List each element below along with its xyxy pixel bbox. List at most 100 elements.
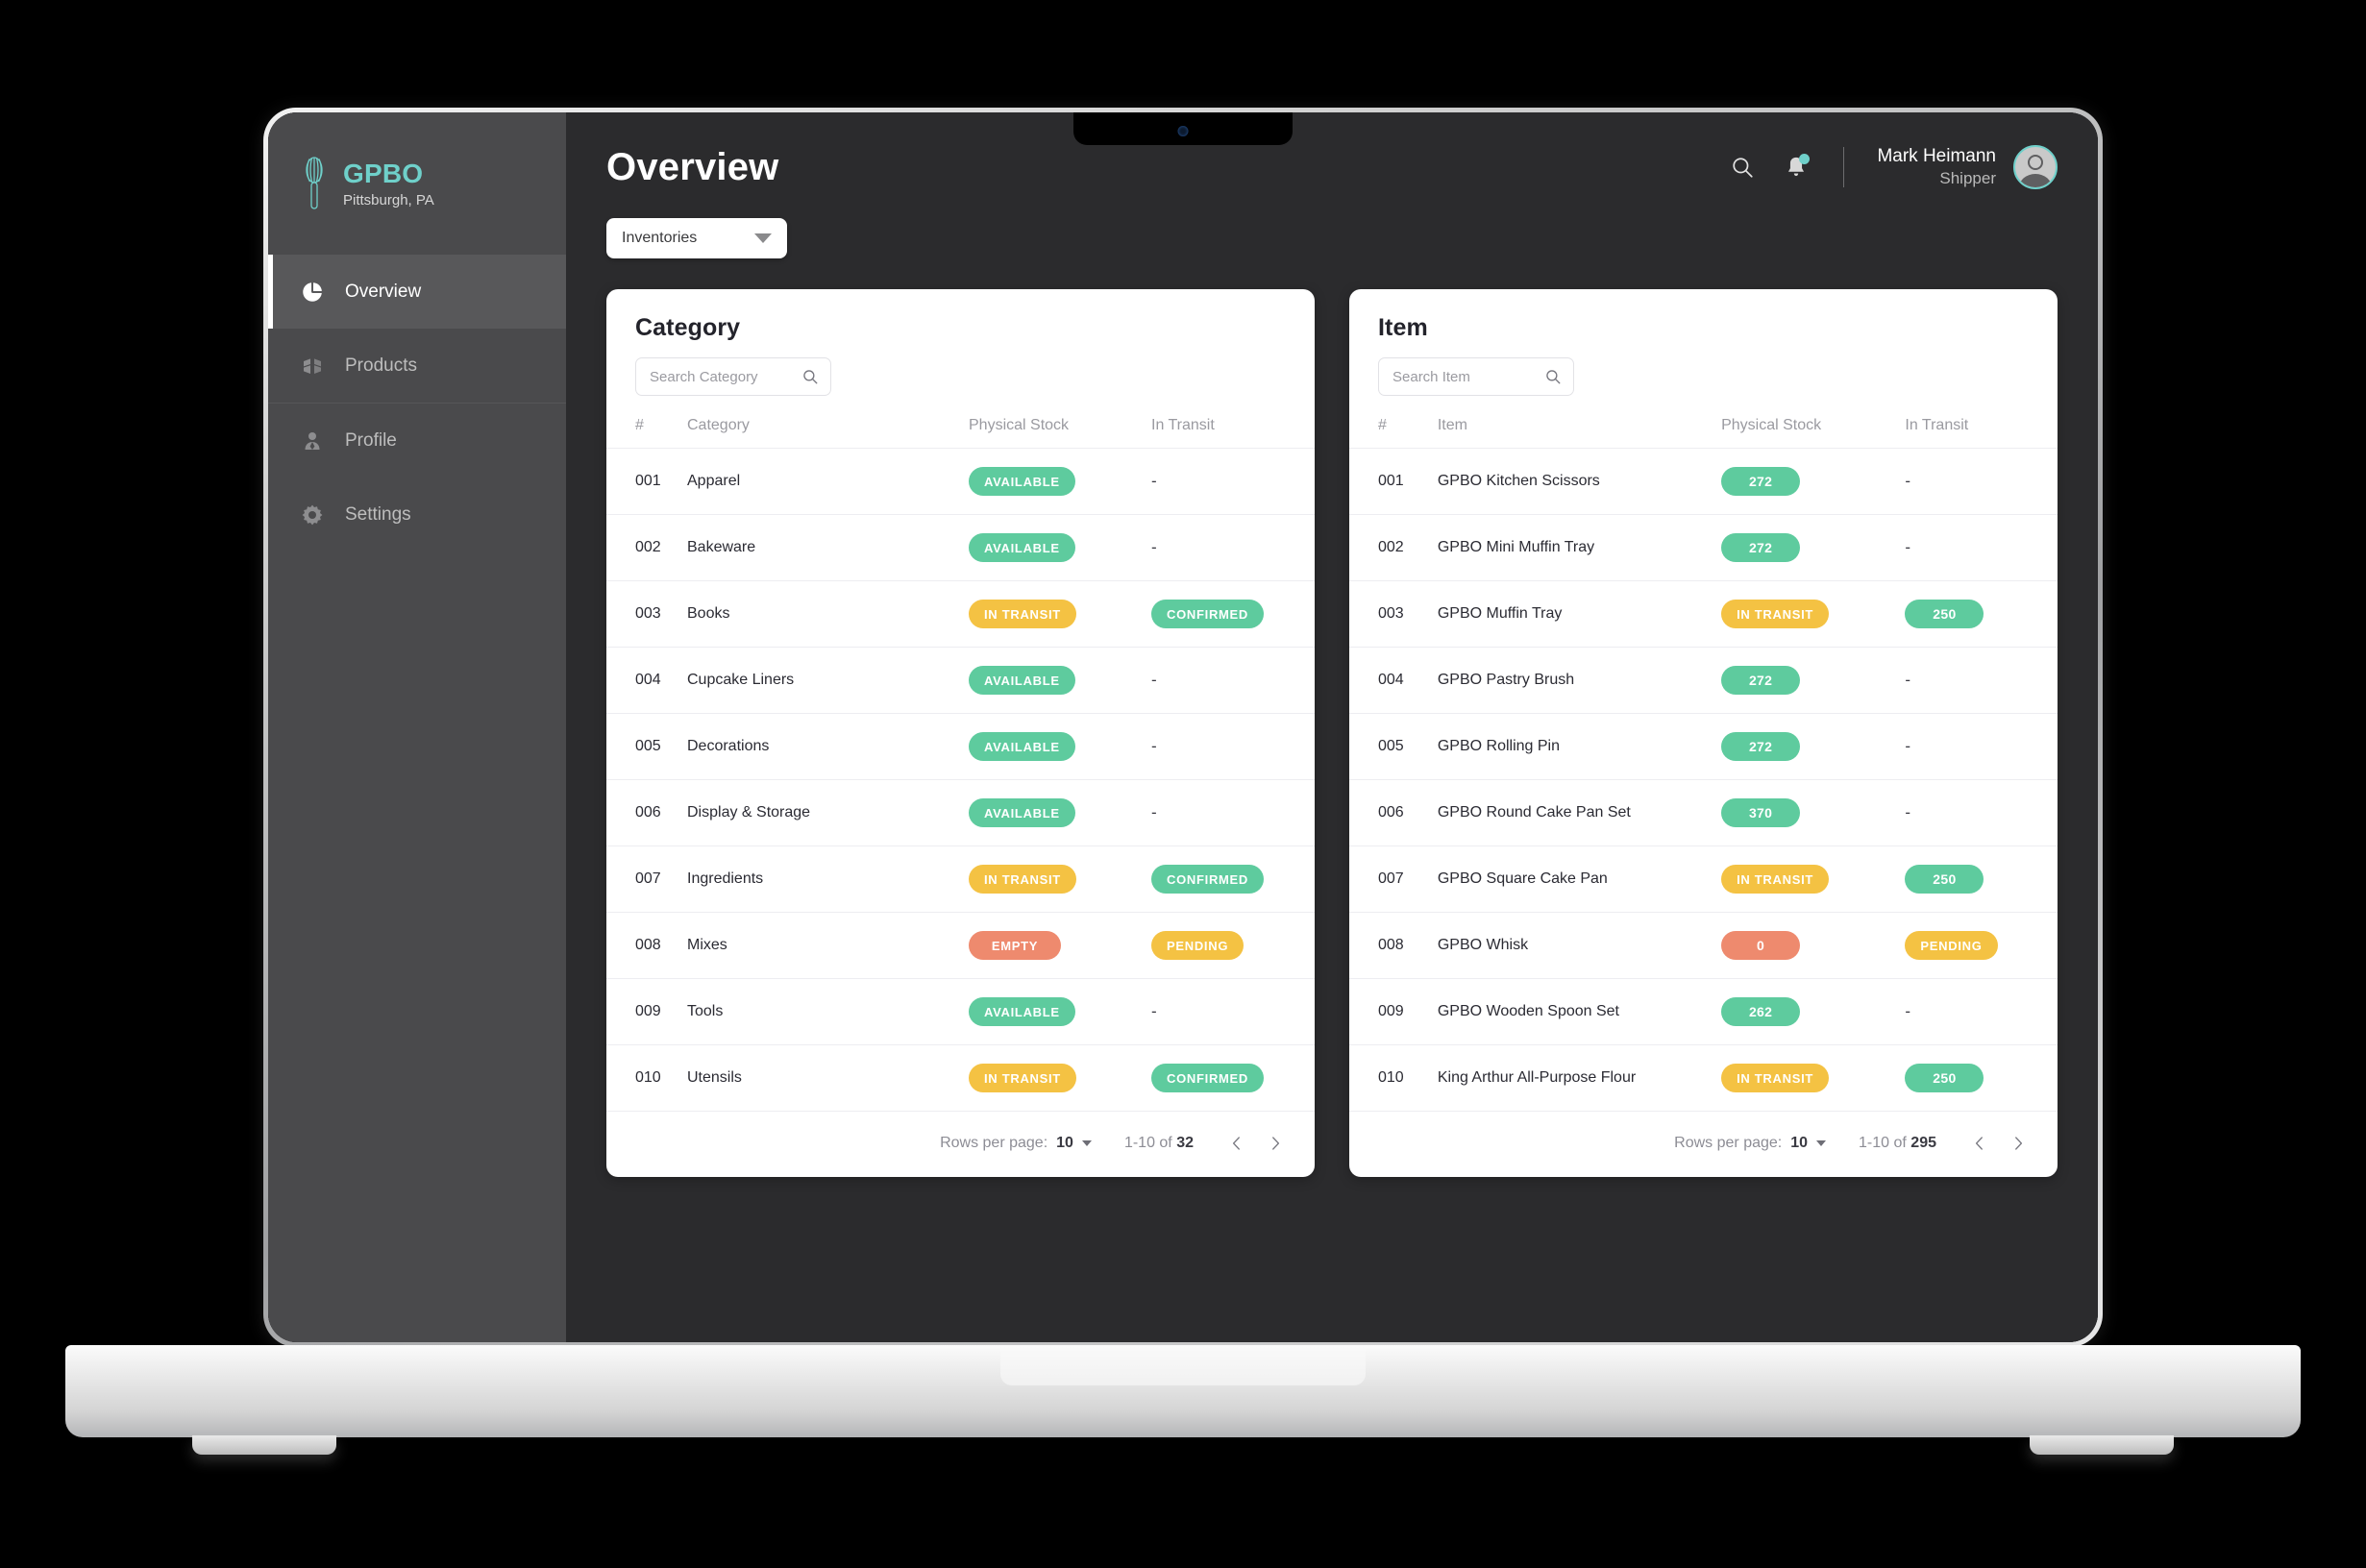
rows-per-page-selector[interactable]: Rows per page: 10 [1674, 1135, 1827, 1152]
column-header-num: # [606, 417, 687, 449]
table-row[interactable]: 006 GPBO Round Cake Pan Set 370 - [1349, 779, 2058, 846]
row-in-transit: - [1151, 647, 1315, 714]
column-header-transit: In Transit [1151, 417, 1315, 449]
sidebar-item-profile[interactable]: Profile [268, 404, 566, 478]
row-name: Decorations [687, 713, 969, 780]
table-row[interactable]: 005 Decorations AVAILABLE - [606, 713, 1315, 780]
search-item-input[interactable]: Search Item [1378, 357, 1574, 396]
status-badge: 272 [1721, 732, 1801, 761]
row-number: 008 [606, 912, 687, 979]
row-name: Ingredients [687, 845, 969, 913]
search-category-input[interactable]: Search Category [635, 357, 831, 396]
sidebar: GPBO Pittsburgh, PA Overview Products Pr… [268, 112, 566, 1342]
row-number: 003 [606, 580, 687, 648]
status-badge: AVAILABLE [969, 997, 1075, 1026]
rows-per-page-label: Rows per page: [1674, 1135, 1783, 1151]
table-row[interactable]: 006 Display & Storage AVAILABLE - [606, 779, 1315, 846]
row-in-transit: 250 [1905, 580, 2058, 648]
status-badge: 250 [1905, 865, 1984, 894]
gear-icon [302, 504, 323, 525]
category-card: Category Search Category # Category Phys… [606, 289, 1315, 1177]
pagination-range-prefix: 1-10 of [1123, 1135, 1177, 1151]
row-number: 002 [606, 514, 687, 581]
status-badge: 250 [1905, 600, 1984, 628]
person-icon [305, 431, 320, 450]
next-page-button[interactable] [2008, 1133, 2029, 1154]
previous-page-button[interactable] [1969, 1133, 1990, 1154]
row-name: GPBO Whisk [1437, 912, 1722, 979]
inventory-select-row: Inventories [606, 205, 2058, 258]
table-row[interactable]: 003 GPBO Muffin Tray IN TRANSIT 250 [1349, 580, 2058, 648]
table-row[interactable]: 007 GPBO Square Cake Pan IN TRANSIT 250 [1349, 845, 2058, 913]
search-item-placeholder: Search Item [1392, 368, 1470, 385]
category-pagination: Rows per page: 10 1-10 of 32 [606, 1112, 1315, 1177]
laptop-screen-frame: GPBO Pittsburgh, PA Overview Products Pr… [268, 112, 2098, 1342]
row-number: 001 [606, 448, 687, 515]
table-row[interactable]: 002 GPBO Mini Muffin Tray 272 - [1349, 514, 2058, 581]
item-card: Item Search Item # Item Physical Stock I… [1349, 289, 2058, 1177]
table-row[interactable]: 002 Bakeware AVAILABLE - [606, 514, 1315, 581]
inventory-select[interactable]: Inventories [606, 218, 787, 258]
chevron-right-icon [2015, 1137, 2023, 1150]
pagination-range-prefix: 1-10 of [1859, 1135, 1911, 1151]
row-in-transit: - [1151, 978, 1315, 1045]
sidebar-item-overview[interactable]: Overview [268, 255, 566, 329]
empty-value: - [1905, 472, 1911, 490]
search-button[interactable] [1728, 153, 1757, 182]
row-physical-stock: AVAILABLE [969, 514, 1151, 581]
laptop-foot-left [192, 1435, 336, 1455]
next-page-button[interactable] [1265, 1133, 1286, 1154]
brand-name: GPBO [343, 159, 424, 188]
row-number: 009 [1349, 978, 1438, 1045]
box-icon [304, 357, 321, 374]
status-badge: IN TRANSIT [969, 600, 1076, 628]
brand-location: Pittsburgh, PA [343, 192, 434, 208]
row-number: 010 [606, 1044, 687, 1112]
status-badge: AVAILABLE [969, 732, 1075, 761]
sidebar-item-settings[interactable]: Settings [268, 478, 566, 551]
topbar-actions: Mark Heimann Shipper [1728, 145, 2058, 189]
table-row[interactable]: 010 Utensils IN TRANSIT CONFIRMED [606, 1044, 1315, 1112]
status-badge: CONFIRMED [1151, 865, 1265, 894]
row-name: Display & Storage [687, 779, 969, 846]
brand-block: GPBO Pittsburgh, PA [268, 112, 566, 255]
row-in-transit: CONFIRMED [1151, 845, 1315, 913]
table-row[interactable]: 001 Apparel AVAILABLE - [606, 448, 1315, 515]
search-icon [803, 370, 818, 384]
search-icon [1733, 158, 1754, 178]
table-row[interactable]: 004 Cupcake Liners AVAILABLE - [606, 647, 1315, 714]
status-badge: AVAILABLE [969, 666, 1075, 695]
row-in-transit: - [1905, 514, 2058, 581]
chevron-down-icon [1081, 1140, 1092, 1146]
row-physical-stock: IN TRANSIT [1721, 580, 1906, 648]
category-table-body: 001 Apparel AVAILABLE -002 Bakeware AVAILABLE… [606, 448, 1315, 1112]
table-row[interactable]: 009 Tools AVAILABLE - [606, 978, 1315, 1045]
avatar[interactable] [2013, 145, 2058, 189]
row-in-transit: PENDING [1905, 912, 2058, 979]
table-row[interactable]: 010 King Arthur All-Purpose Flour IN TRANS… [1349, 1044, 2058, 1112]
rows-per-page-selector[interactable]: Rows per page: 10 [940, 1135, 1092, 1152]
row-name: GPBO Mini Muffin Tray [1437, 514, 1722, 581]
rows-per-page-label: Rows per page: [940, 1135, 1048, 1151]
app-root: GPBO Pittsburgh, PA Overview Products Pr… [268, 112, 2098, 1342]
table-row[interactable]: 008 GPBO Whisk 0 PENDING [1349, 912, 2058, 979]
table-header-row: # Category Physical Stock In Transit [606, 417, 1315, 449]
table-row[interactable]: 003 Books IN TRANSIT CONFIRMED [606, 580, 1315, 648]
column-header-stock: Physical Stock [1721, 417, 1906, 449]
table-row[interactable]: 005 GPBO Rolling Pin 272 - [1349, 713, 2058, 780]
sidebar-item-products[interactable]: Products [268, 329, 566, 403]
column-header-name: Item [1437, 417, 1722, 449]
notifications-button[interactable] [1782, 153, 1811, 182]
previous-page-button[interactable] [1226, 1133, 1247, 1154]
column-header-num: # [1349, 417, 1438, 449]
table-row[interactable]: 007 Ingredients IN TRANSIT CONFIRMED [606, 845, 1315, 913]
table-row[interactable]: 001 GPBO Kitchen Scissors 272 - [1349, 448, 2058, 515]
category-card-title: Category [635, 314, 741, 341]
user-menu[interactable]: Mark Heimann Shipper [1877, 145, 2058, 189]
table-row[interactable]: 009 GPBO Wooden Spoon Set 262 - [1349, 978, 2058, 1045]
status-badge: AVAILABLE [969, 798, 1075, 827]
table-row[interactable]: 008 Mixes EMPTY PENDING [606, 912, 1315, 979]
table-row[interactable]: 004 GPBO Pastry Brush 272 - [1349, 647, 2058, 714]
column-header-stock: Physical Stock [969, 417, 1151, 449]
status-badge: 262 [1721, 997, 1801, 1026]
